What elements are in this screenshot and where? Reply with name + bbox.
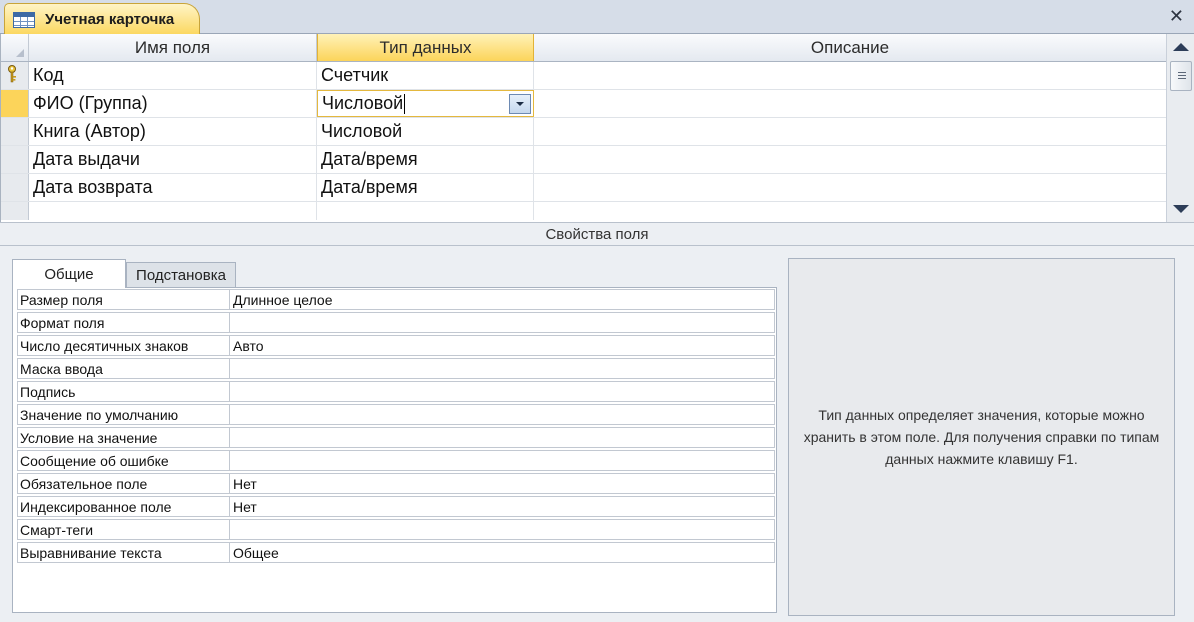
field-name-cell[interactable]: Дата возврата (29, 174, 317, 201)
property-value[interactable]: Общее (230, 543, 774, 562)
data-type-cell[interactable]: Числовой (317, 118, 534, 145)
help-panel: Тип данных определяет значения, которые … (788, 258, 1175, 616)
property-value[interactable] (230, 359, 774, 378)
row-selector[interactable] (1, 62, 29, 89)
property-label: Условие на значение (18, 428, 230, 447)
description-cell[interactable] (534, 90, 1167, 117)
property-row[interactable]: Сообщение об ошибке (17, 450, 775, 471)
description-cell[interactable] (534, 202, 1167, 220)
document-tab-strip: Учетная карточка ✕ (0, 0, 1194, 35)
property-label: Размер поля (18, 290, 230, 309)
property-row[interactable]: Размер поля Длинное целое (17, 289, 775, 310)
grid-body: Код Счетчик ФИО (Группа) Числовой Книга … (1, 62, 1167, 220)
property-label: Выравнивание текста (18, 543, 230, 562)
property-row[interactable]: Индексированное поле Нет (17, 496, 775, 517)
document-tab-title: Учетная карточка (45, 11, 175, 28)
data-type-combobox[interactable]: Числовой (317, 90, 534, 117)
property-label: Значение по умолчанию (18, 405, 230, 424)
property-row[interactable]: Формат поля (17, 312, 775, 333)
property-value[interactable]: Нет (230, 474, 774, 493)
field-name-cell[interactable]: Дата выдачи (29, 146, 317, 173)
property-row[interactable]: Выравнивание текста Общее (17, 542, 775, 563)
row-selector[interactable] (1, 90, 29, 117)
row-selector[interactable] (1, 118, 29, 145)
primary-key-icon (8, 65, 16, 83)
text-caret (404, 93, 406, 114)
field-properties-splitter[interactable]: Свойства поля (0, 222, 1194, 246)
column-header-data-type[interactable]: Тип данных (317, 34, 534, 61)
table-row-new[interactable] (1, 202, 1167, 220)
table-row[interactable]: Код Счетчик (1, 62, 1167, 90)
property-label: Сообщение об ошибке (18, 451, 230, 470)
property-label: Обязательное поле (18, 474, 230, 493)
property-value[interactable]: Длинное целое (230, 290, 774, 309)
property-value[interactable] (230, 382, 774, 401)
description-cell[interactable] (534, 118, 1167, 145)
data-type-cell[interactable]: Счетчик (317, 62, 534, 89)
property-label: Подпись (18, 382, 230, 401)
description-cell[interactable] (534, 174, 1167, 201)
property-tabs: Общие Подстановка (12, 259, 236, 288)
table-row[interactable]: Дата возврата Дата/время (1, 174, 1167, 202)
chevron-down-icon[interactable] (509, 94, 531, 114)
data-type-value: Числовой (322, 93, 404, 113)
field-name-cell[interactable]: ФИО (Группа) (29, 90, 317, 117)
property-sheet: Размер поля Длинное целое Формат поля Чис… (12, 287, 777, 613)
document-tab[interactable]: Учетная карточка (4, 3, 200, 35)
grid-header: Имя поля Тип данных Описание (1, 34, 1167, 62)
property-value[interactable] (230, 313, 774, 332)
field-properties-title: Свойства поля (545, 225, 649, 243)
scroll-up-icon[interactable] (1169, 36, 1193, 58)
column-header-field-name[interactable]: Имя поля (29, 34, 317, 61)
property-label: Смарт-теги (18, 520, 230, 539)
data-type-cell[interactable]: Дата/время (317, 146, 534, 173)
table-row[interactable]: ФИО (Группа) Числовой (1, 90, 1167, 118)
property-label: Индексированное поле (18, 497, 230, 516)
table-icon (13, 11, 35, 28)
column-header-description[interactable]: Описание (534, 34, 1167, 61)
property-row[interactable]: Условие на значение (17, 427, 775, 448)
property-value[interactable]: Авто (230, 336, 774, 355)
grid-vertical-scrollbar[interactable] (1166, 34, 1194, 222)
table-design-grid: Имя поля Тип данных Описание Код Счетчик… (0, 34, 1167, 222)
data-type-cell[interactable]: Дата/время (317, 174, 534, 201)
scroll-down-icon[interactable] (1169, 198, 1193, 220)
property-row[interactable]: Подпись (17, 381, 775, 402)
property-label: Число десятичных знаков (18, 336, 230, 355)
tab-lookup[interactable]: Подстановка (126, 262, 236, 288)
row-selector[interactable] (1, 146, 29, 173)
scroll-thumb[interactable] (1170, 61, 1192, 91)
close-icon[interactable]: ✕ (1169, 6, 1184, 27)
table-row[interactable]: Дата выдачи Дата/время (1, 146, 1167, 174)
property-value[interactable] (230, 405, 774, 424)
property-value[interactable] (230, 451, 774, 470)
row-selector[interactable] (1, 174, 29, 201)
property-row[interactable]: Смарт-теги (17, 519, 775, 540)
property-row[interactable]: Число десятичных знаков Авто (17, 335, 775, 356)
property-label: Маска ввода (18, 359, 230, 378)
select-all-corner[interactable] (1, 34, 29, 61)
table-row[interactable]: Книга (Автор) Числовой (1, 118, 1167, 146)
property-label: Формат поля (18, 313, 230, 332)
field-name-cell[interactable]: Книга (Автор) (29, 118, 317, 145)
property-value[interactable]: Нет (230, 497, 774, 516)
row-selector[interactable] (1, 202, 29, 220)
field-name-cell[interactable]: Код (29, 62, 317, 89)
property-row[interactable]: Значение по умолчанию (17, 404, 775, 425)
property-row[interactable]: Обязательное поле Нет (17, 473, 775, 494)
field-properties-area: Общие Подстановка Размер поля Длинное цел… (0, 246, 1194, 622)
description-cell[interactable] (534, 62, 1167, 89)
help-text: Тип данных определяет значения, которые … (803, 407, 1160, 467)
property-value[interactable] (230, 520, 774, 539)
tab-general[interactable]: Общие (12, 259, 126, 288)
property-value[interactable] (230, 428, 774, 447)
data-type-cell[interactable] (317, 202, 534, 220)
description-cell[interactable] (534, 146, 1167, 173)
field-name-cell[interactable] (29, 202, 317, 220)
property-row[interactable]: Маска ввода (17, 358, 775, 379)
